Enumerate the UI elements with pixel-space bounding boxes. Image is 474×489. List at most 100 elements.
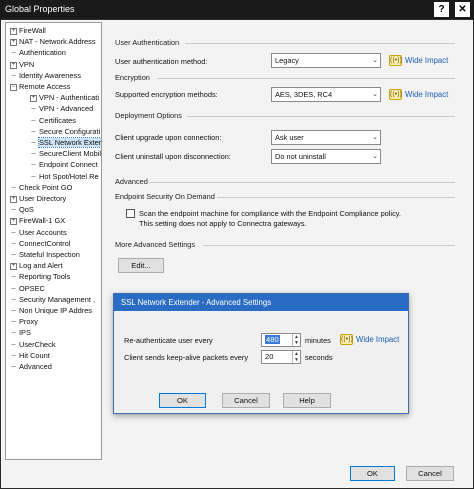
auth-method-select[interactable]: Legacy ⌄ (271, 53, 381, 68)
tree-item[interactable]: ─ Reporting Tools (10, 271, 70, 282)
expand-icon[interactable]: + (30, 95, 37, 103)
help-button[interactable]: ? (434, 2, 449, 17)
encryption-methods-value: AES, 3DES, RC4 (275, 90, 333, 99)
expand-icon[interactable]: + (10, 218, 17, 226)
tree-item[interactable]: + NAT - Network Address (10, 36, 96, 47)
encryption-methods-select[interactable]: AES, 3DES, RC4 ⌄ (271, 87, 381, 102)
cancel-button[interactable]: Cancel (406, 466, 454, 481)
scan-endpoint-note: This setting does not apply to Connectra… (139, 219, 307, 228)
dialog-ok-button[interactable]: OK (159, 393, 206, 408)
tree-item[interactable]: ─ Hot Spot/Hotel Re (30, 171, 98, 182)
section-divider (149, 182, 455, 183)
tree-item[interactable]: ─ Hit Count (10, 350, 50, 361)
tree-item[interactable]: ─ Advanced (10, 361, 52, 372)
tree-item[interactable]: ─ Identity Awareness (10, 70, 81, 81)
section-more-advanced: More Advanced Settings (115, 240, 196, 249)
close-button[interactable]: ✕ (455, 2, 470, 17)
tree-item[interactable]: + Log and Alert (10, 260, 63, 271)
tree-connector-icon: ─ (11, 207, 16, 214)
edit-button[interactable]: Edit... (118, 258, 164, 273)
tree-item[interactable]: ─ Check Point GO (10, 182, 72, 193)
scan-endpoint-checkbox[interactable] (126, 209, 135, 218)
tree-item[interactable]: ─ Security Management , (10, 294, 95, 305)
encryption-wide-impact[interactable]: ((•)) Wide Impact (389, 88, 448, 101)
reauth-minutes-stepper[interactable]: 480 ▲ ▼ (261, 333, 301, 347)
chevron-down-icon: ⌄ (372, 57, 378, 64)
keepalive-value: 20 (265, 352, 274, 361)
expand-icon[interactable]: + (10, 39, 17, 47)
tree-item-label: UserCheck (19, 339, 56, 349)
auth-method-value: Legacy (275, 56, 299, 65)
expand-icon[interactable]: + (10, 61, 17, 69)
tree-item-label: SSL Network Exter (37, 137, 102, 148)
tree-item[interactable]: ─ SecureClient Mobil (30, 148, 101, 159)
category-tree[interactable]: + FireWall + NAT - Network Address ─ Authenti… (5, 22, 102, 460)
tree-connector-icon: ─ (11, 184, 16, 191)
main-panel: + FireWall + NAT - Network Address ─ Authenti… (0, 19, 474, 489)
tree-item-label: VPN - Advanced (39, 104, 94, 114)
auth-wide-impact[interactable]: ((•)) Wide Impact (389, 54, 448, 67)
tree-item-label: User Directory (19, 194, 67, 203)
keepalive-seconds-stepper[interactable]: 20 ▲ ▼ (261, 350, 301, 364)
tree-item[interactable]: + User Directory (10, 193, 66, 204)
tree-item[interactable]: + VPN (10, 59, 34, 70)
tree-item[interactable]: ─ VPN - Advanced (30, 103, 93, 114)
tree-item[interactable]: ─ SSL Network Exter (30, 137, 101, 148)
client-upgrade-select[interactable]: Ask user ⌄ (271, 130, 381, 145)
tree-item[interactable]: ─ ConnectControl (10, 238, 70, 249)
tree-item[interactable]: ─ Certificates (30, 115, 76, 126)
tree-connector-icon: ─ (31, 128, 36, 135)
tree-item-label: Certificates (39, 115, 76, 125)
section-deployment-options: Deployment Options (115, 111, 182, 120)
expand-icon[interactable]: + (10, 196, 17, 203)
tree-item[interactable]: ─ QoS (10, 204, 33, 215)
tree-item[interactable]: ─ Endpoint Connect (30, 159, 97, 170)
tree-item[interactable]: ─ Proxy (10, 316, 38, 327)
tree-item-label: Secure Configurati (39, 126, 101, 136)
reauth-unit: minutes (305, 336, 331, 345)
expand-icon[interactable]: + (10, 263, 17, 271)
client-upgrade-value: Ask user (275, 133, 304, 142)
tree-connector-icon: ─ (11, 330, 16, 337)
wide-impact-icon: ((•)) (389, 55, 402, 66)
tree-item[interactable]: − Remote Access (10, 81, 70, 92)
tree-item[interactable]: + VPN - Authenticati (30, 92, 99, 103)
expand-icon[interactable]: + (10, 28, 17, 35)
tree-item[interactable]: ─ Stateful Inspection (10, 249, 79, 260)
tree-item-label: Hit Count (19, 350, 50, 360)
tree-item[interactable]: ─ UserCheck (10, 339, 56, 350)
tree-item[interactable]: + FireWall-1 GX (10, 215, 65, 226)
reauth-label: Re-authenticate user every (124, 336, 213, 345)
scan-endpoint-label: Scan the endpoint machine for compliance… (139, 209, 401, 218)
ok-button[interactable]: OK (350, 466, 395, 481)
stepper-arrows-icon[interactable]: ▲ ▼ (292, 334, 300, 346)
wide-impact-label: Wide Impact (405, 90, 449, 99)
tree-item[interactable]: ─ Secure Configurati (30, 126, 100, 137)
tree-item-label: User Accounts (19, 227, 67, 237)
tree-item[interactable]: + FireWall (10, 25, 46, 36)
dialog-help-button[interactable]: Help (283, 393, 331, 408)
tree-item-label: Advanced (19, 362, 52, 371)
stepper-arrows-icon[interactable]: ▲ ▼ (292, 351, 300, 363)
tree-item[interactable]: ─ User Accounts (10, 227, 67, 238)
tree-connector-icon: ─ (11, 319, 16, 326)
collapse-icon[interactable]: − (10, 84, 17, 91)
chevron-down-icon: ⌄ (372, 91, 378, 98)
tree-item-label: FireWall-1 GX (19, 216, 66, 226)
reauth-wide-impact[interactable]: ((•)) Wide Impact (340, 333, 399, 346)
keepalive-label: Client sends keep-alive packets every (124, 353, 249, 362)
client-uninstall-select[interactable]: Do not uninstall ⌄ (271, 149, 381, 164)
tree-item[interactable]: ─ IPS (10, 327, 31, 338)
section-encryption: Encryption (115, 73, 150, 82)
tree-item-label: Identity Awareness (19, 70, 81, 80)
tree-item[interactable]: ─ OPSEC (10, 283, 45, 294)
tree-item[interactable]: ─ Non Unique IP Addres (10, 305, 92, 316)
chevron-down-icon: ⌄ (372, 153, 378, 160)
dialog-cancel-button[interactable]: Cancel (222, 393, 270, 408)
tree-connector-icon: ─ (31, 162, 36, 169)
client-uninstall-value: Do not uninstall (275, 152, 326, 161)
tree-item-label: FireWall (19, 26, 46, 35)
window-title: Global Properties (5, 4, 75, 14)
tree-item-label: Authentication (19, 48, 66, 58)
tree-item[interactable]: ─ Authentication (10, 47, 66, 58)
